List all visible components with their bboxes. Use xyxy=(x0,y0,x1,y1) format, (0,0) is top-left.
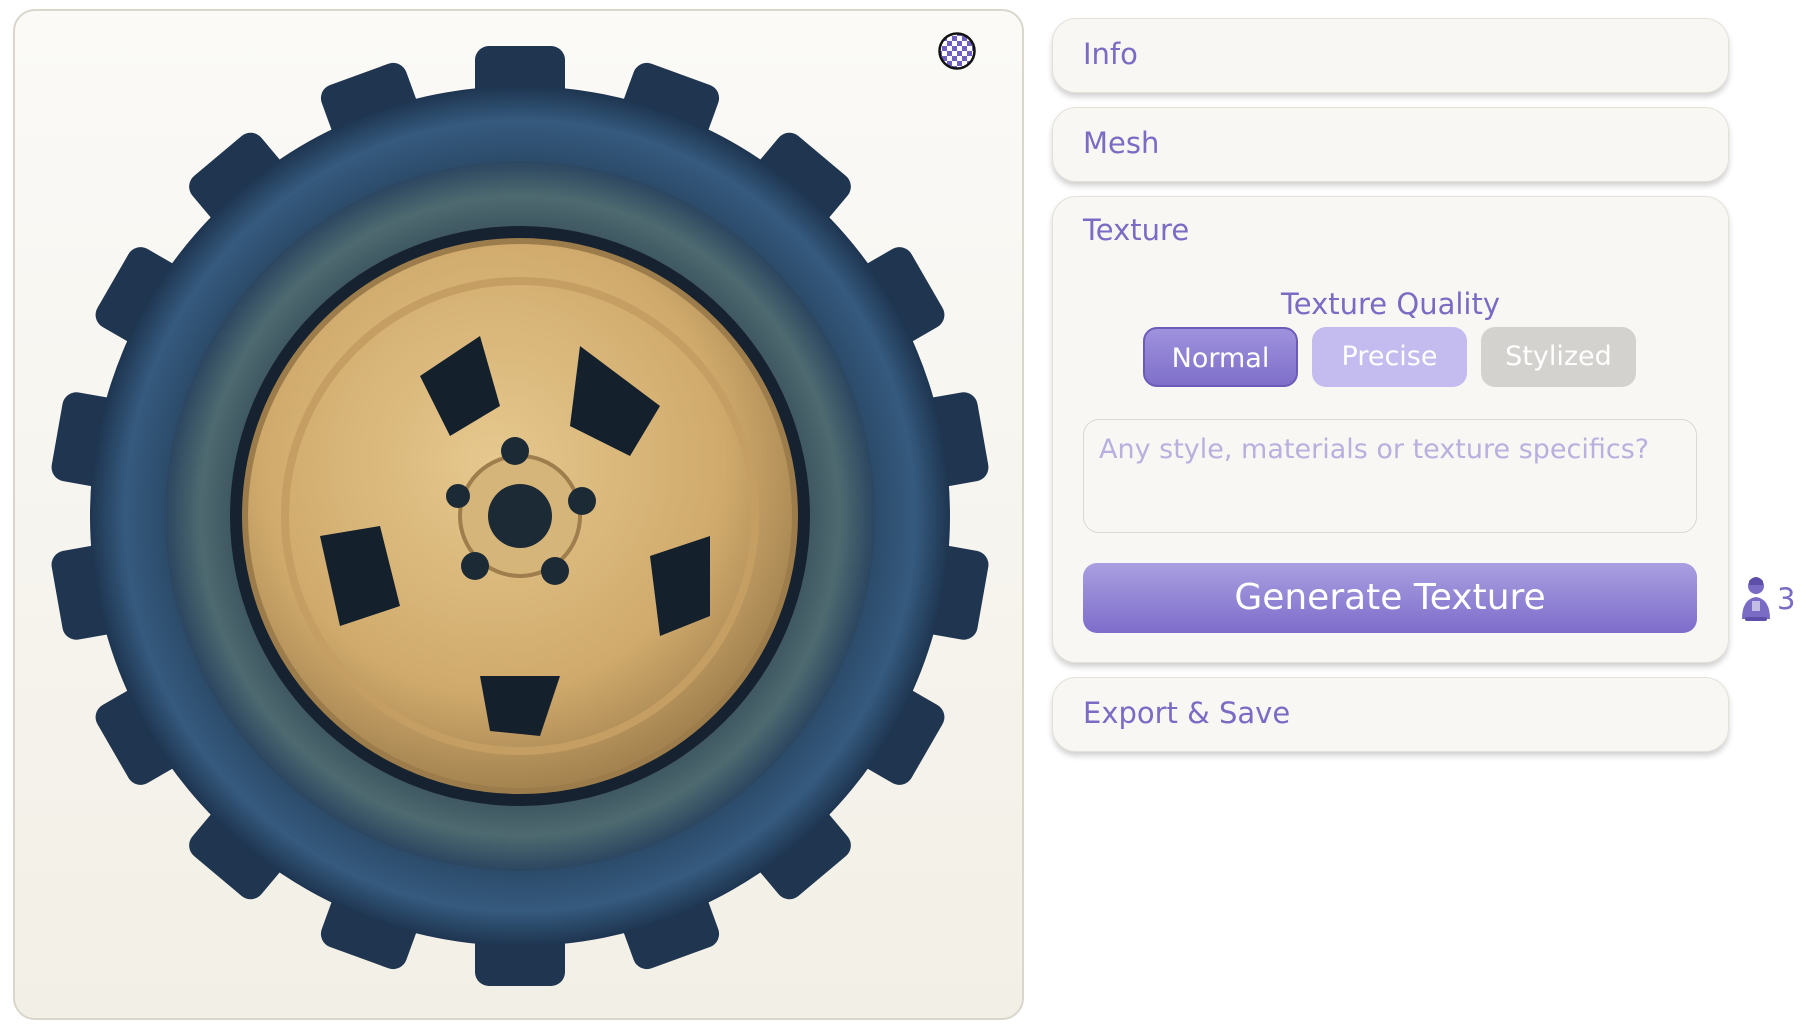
export-save-section-title[interactable]: Export & Save xyxy=(1083,696,1290,730)
quality-precise-button[interactable]: Precise xyxy=(1312,327,1467,387)
user-figure-icon xyxy=(1742,577,1770,621)
app-root: Info Mesh Texture Texture Quality Normal… xyxy=(0,0,1806,1030)
texture-section-title[interactable]: Texture xyxy=(1083,213,1189,247)
quality-stylized-button[interactable]: Stylized xyxy=(1481,327,1636,387)
credits-indicator: 3 xyxy=(1739,574,1795,624)
model-viewport[interactable] xyxy=(13,9,1024,1020)
background-toggle-button[interactable] xyxy=(937,31,977,71)
generate-texture-button[interactable]: Generate Texture xyxy=(1083,563,1697,633)
texture-quality-label: Texture Quality xyxy=(1280,287,1500,321)
texture-section: Texture Texture Quality Normal Precise S… xyxy=(1052,196,1729,663)
checkerboard-icon xyxy=(938,32,976,70)
texture-prompt-input[interactable] xyxy=(1083,419,1697,533)
info-section[interactable]: Info xyxy=(1052,18,1729,93)
quality-normal-button[interactable]: Normal xyxy=(1143,327,1298,387)
wheel-model-preview[interactable] xyxy=(15,11,1024,1020)
mesh-section-title[interactable]: Mesh xyxy=(1083,126,1159,160)
credit-count: 3 xyxy=(1777,582,1796,616)
export-save-section[interactable]: Export & Save xyxy=(1052,677,1729,752)
info-section-title[interactable]: Info xyxy=(1083,37,1138,71)
mesh-section[interactable]: Mesh xyxy=(1052,107,1729,182)
